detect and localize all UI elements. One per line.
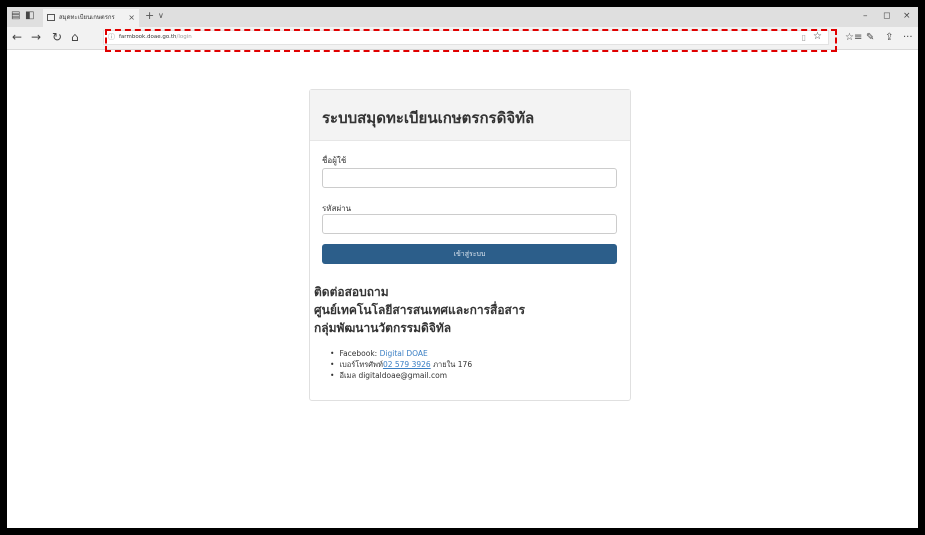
notes-pen-icon[interactable]: ✎ (866, 32, 874, 44)
tab-bar: ▤ ◧ สมุดทะเบียนเกษตรกร × + ∨ – ◻ × (7, 7, 918, 27)
card-header: ระบบสมุดทะเบียนเกษตรกรดิจิทัล (310, 90, 630, 141)
tab-actions-icon[interactable]: ▤ (11, 10, 20, 22)
favorite-star-icon[interactable]: ☆ (813, 30, 822, 43)
share-icon[interactable]: ⇪ (885, 32, 893, 44)
password-input[interactable] (322, 214, 617, 234)
address-url[interactable]: farmbook.doae.go.th/login (119, 31, 192, 44)
facebook-link[interactable]: Digital DOAE (380, 349, 428, 358)
favorites-hub-icon[interactable]: ☆≡ (845, 32, 862, 44)
minimize-icon[interactable]: – (863, 10, 868, 22)
contact-heading: ติดต่อสอบถาม (314, 285, 389, 299)
list-item-email: อีเมล digitaldoae@gmail.com (330, 370, 472, 381)
url-path: /login (176, 34, 192, 40)
page-favicon-icon (47, 14, 55, 21)
tab-title: สมุดทะเบียนเกษตรกร (59, 14, 115, 21)
tab-aside-icon[interactable]: ◧ (25, 10, 34, 22)
phone-label: เบอร์โทรศัพท์ (339, 360, 383, 369)
list-item-facebook: Facebook: Digital DOAE (330, 348, 472, 359)
facebook-label: Facebook: (339, 349, 378, 358)
window-close-icon[interactable]: × (903, 10, 911, 22)
url-host: farmbook.doae.go.th (119, 34, 177, 40)
username-input[interactable] (322, 168, 617, 188)
contact-center-name: ศูนย์เทคโนโลยีสารสนเทศและการสื่อสาร (314, 303, 526, 317)
contact-list: Facebook: Digital DOAE เบอร์โทรศัพท์02 5… (330, 348, 472, 381)
tab-list-chevron-icon[interactable]: ∨ (158, 9, 164, 23)
login-button[interactable]: เข้าสู่ระบบ (322, 244, 617, 264)
address-bar[interactable]: ⓘ farmbook.doae.go.th/login ▯ ☆ (103, 30, 829, 45)
page-title: ระบบสมุดทะเบียนเกษตรกรดิจิทัล (322, 109, 535, 127)
email-address: digitaldoae@gmail.com (358, 371, 448, 380)
forward-icon[interactable]: → (31, 30, 41, 44)
new-tab-icon[interactable]: + (145, 9, 154, 23)
back-icon[interactable]: ← (12, 30, 22, 44)
navigation-bar: ← → ↻ ⌂ ⓘ farmbook.doae.go.th/login ▯ ☆ (7, 27, 918, 50)
contact-group-name: กลุ่มพัฒนานวัตกรรมดิจิทัล (314, 321, 452, 335)
username-label: ชื่อผู้ใช้ (322, 156, 347, 165)
home-icon[interactable]: ⌂ (71, 30, 79, 44)
tab-close-icon[interactable]: × (128, 9, 135, 27)
browser-tab[interactable]: สมุดทะเบียนเกษตรกร × (43, 9, 139, 27)
list-item-phone: เบอร์โทรศัพท์02 579 3926 ภายใน 176 (330, 359, 472, 370)
refresh-icon[interactable]: ↻ (52, 30, 62, 44)
login-card: ระบบสมุดทะเบียนเกษตรกรดิจิทัล ชื่อผู้ใช้… (309, 89, 631, 401)
more-menu-icon[interactable]: ··· (903, 32, 913, 44)
email-label: อีเมล (339, 371, 357, 380)
browser-window: ▤ ◧ สมุดทะเบียนเกษตรกร × + ∨ – ◻ × ← → ↻… (7, 7, 918, 528)
restore-icon[interactable]: ◻ (883, 10, 890, 22)
phone-extension: ภายใน 176 (433, 360, 473, 369)
reading-view-icon[interactable]: ▯ (802, 31, 806, 44)
site-info-icon[interactable]: ⓘ (108, 31, 115, 44)
phone-link[interactable]: 02 579 3926 (383, 360, 431, 369)
